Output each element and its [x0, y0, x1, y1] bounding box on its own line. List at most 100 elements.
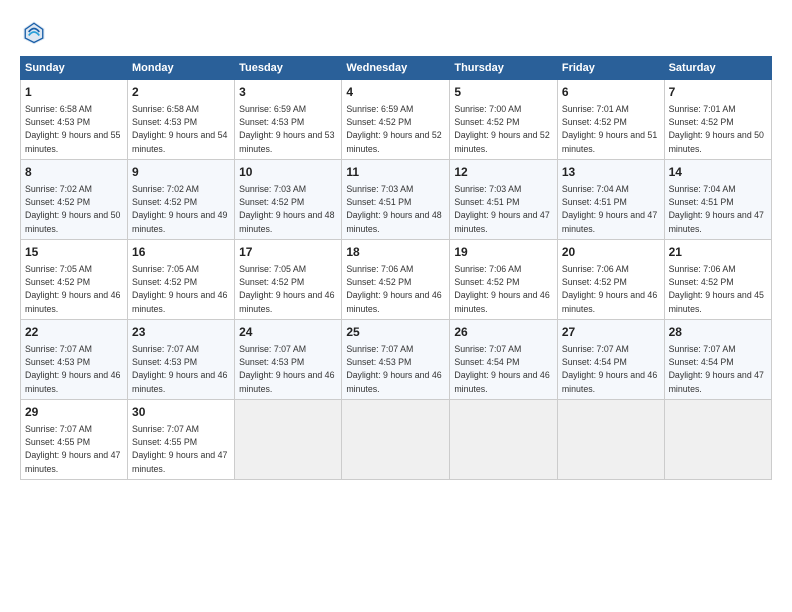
day-info: Sunrise: 7:07 AMSunset: 4:55 PMDaylight:… — [132, 424, 227, 474]
calendar-cell — [557, 400, 664, 480]
day-number: 15 — [25, 244, 123, 261]
day-info: Sunrise: 7:06 AMSunset: 4:52 PMDaylight:… — [454, 264, 549, 314]
day-info: Sunrise: 7:05 AMSunset: 4:52 PMDaylight:… — [239, 264, 334, 314]
calendar-cell: 28 Sunrise: 7:07 AMSunset: 4:54 PMDaylig… — [664, 320, 771, 400]
calendar-cell: 30 Sunrise: 7:07 AMSunset: 4:55 PMDaylig… — [128, 400, 235, 480]
calendar-cell: 12 Sunrise: 7:03 AMSunset: 4:51 PMDaylig… — [450, 160, 557, 240]
calendar-week-5: 29 Sunrise: 7:07 AMSunset: 4:55 PMDaylig… — [21, 400, 772, 480]
calendar-cell: 14 Sunrise: 7:04 AMSunset: 4:51 PMDaylig… — [664, 160, 771, 240]
day-number: 14 — [669, 164, 767, 181]
calendar-cell: 9 Sunrise: 7:02 AMSunset: 4:52 PMDayligh… — [128, 160, 235, 240]
day-number: 26 — [454, 324, 552, 341]
col-header-tuesday: Tuesday — [235, 57, 342, 80]
day-number: 29 — [25, 404, 123, 421]
day-info: Sunrise: 7:03 AMSunset: 4:51 PMDaylight:… — [346, 184, 441, 234]
day-info: Sunrise: 7:07 AMSunset: 4:53 PMDaylight:… — [132, 344, 227, 394]
day-info: Sunrise: 7:07 AMSunset: 4:54 PMDaylight:… — [454, 344, 549, 394]
calendar-cell: 25 Sunrise: 7:07 AMSunset: 4:53 PMDaylig… — [342, 320, 450, 400]
calendar-week-4: 22 Sunrise: 7:07 AMSunset: 4:53 PMDaylig… — [21, 320, 772, 400]
day-info: Sunrise: 6:59 AMSunset: 4:52 PMDaylight:… — [346, 104, 441, 154]
day-number: 2 — [132, 84, 230, 101]
calendar-cell: 23 Sunrise: 7:07 AMSunset: 4:53 PMDaylig… — [128, 320, 235, 400]
page: SundayMondayTuesdayWednesdayThursdayFrid… — [0, 0, 792, 612]
day-number: 18 — [346, 244, 445, 261]
calendar-cell: 20 Sunrise: 7:06 AMSunset: 4:52 PMDaylig… — [557, 240, 664, 320]
day-number: 25 — [346, 324, 445, 341]
calendar-cell: 24 Sunrise: 7:07 AMSunset: 4:53 PMDaylig… — [235, 320, 342, 400]
calendar-week-1: 1 Sunrise: 6:58 AMSunset: 4:53 PMDayligh… — [21, 80, 772, 160]
day-number: 4 — [346, 84, 445, 101]
day-number: 23 — [132, 324, 230, 341]
calendar: SundayMondayTuesdayWednesdayThursdayFrid… — [20, 56, 772, 480]
day-number: 10 — [239, 164, 337, 181]
day-info: Sunrise: 7:02 AMSunset: 4:52 PMDaylight:… — [25, 184, 120, 234]
calendar-cell: 8 Sunrise: 7:02 AMSunset: 4:52 PMDayligh… — [21, 160, 128, 240]
col-header-thursday: Thursday — [450, 57, 557, 80]
day-info: Sunrise: 7:07 AMSunset: 4:54 PMDaylight:… — [669, 344, 764, 394]
day-number: 12 — [454, 164, 552, 181]
day-info: Sunrise: 7:07 AMSunset: 4:54 PMDaylight:… — [562, 344, 657, 394]
day-number: 1 — [25, 84, 123, 101]
calendar-cell: 11 Sunrise: 7:03 AMSunset: 4:51 PMDaylig… — [342, 160, 450, 240]
day-info: Sunrise: 7:06 AMSunset: 4:52 PMDaylight:… — [346, 264, 441, 314]
day-number: 6 — [562, 84, 660, 101]
day-number: 5 — [454, 84, 552, 101]
col-header-wednesday: Wednesday — [342, 57, 450, 80]
day-number: 19 — [454, 244, 552, 261]
day-info: Sunrise: 7:01 AMSunset: 4:52 PMDaylight:… — [669, 104, 764, 154]
day-info: Sunrise: 7:07 AMSunset: 4:53 PMDaylight:… — [346, 344, 441, 394]
day-number: 24 — [239, 324, 337, 341]
calendar-cell: 17 Sunrise: 7:05 AMSunset: 4:52 PMDaylig… — [235, 240, 342, 320]
calendar-cell: 27 Sunrise: 7:07 AMSunset: 4:54 PMDaylig… — [557, 320, 664, 400]
header — [20, 18, 772, 46]
day-info: Sunrise: 7:07 AMSunset: 4:55 PMDaylight:… — [25, 424, 120, 474]
calendar-cell: 13 Sunrise: 7:04 AMSunset: 4:51 PMDaylig… — [557, 160, 664, 240]
day-number: 9 — [132, 164, 230, 181]
day-info: Sunrise: 7:05 AMSunset: 4:52 PMDaylight:… — [25, 264, 120, 314]
calendar-cell: 21 Sunrise: 7:06 AMSunset: 4:52 PMDaylig… — [664, 240, 771, 320]
day-info: Sunrise: 6:58 AMSunset: 4:53 PMDaylight:… — [25, 104, 120, 154]
day-info: Sunrise: 7:06 AMSunset: 4:52 PMDaylight:… — [669, 264, 764, 314]
calendar-cell: 29 Sunrise: 7:07 AMSunset: 4:55 PMDaylig… — [21, 400, 128, 480]
calendar-week-2: 8 Sunrise: 7:02 AMSunset: 4:52 PMDayligh… — [21, 160, 772, 240]
calendar-cell — [235, 400, 342, 480]
calendar-cell: 22 Sunrise: 7:07 AMSunset: 4:53 PMDaylig… — [21, 320, 128, 400]
calendar-cell — [342, 400, 450, 480]
calendar-header-row: SundayMondayTuesdayWednesdayThursdayFrid… — [21, 57, 772, 80]
day-number: 16 — [132, 244, 230, 261]
day-number: 28 — [669, 324, 767, 341]
calendar-cell: 2 Sunrise: 6:58 AMSunset: 4:53 PMDayligh… — [128, 80, 235, 160]
calendar-cell: 19 Sunrise: 7:06 AMSunset: 4:52 PMDaylig… — [450, 240, 557, 320]
day-number: 20 — [562, 244, 660, 261]
calendar-cell: 6 Sunrise: 7:01 AMSunset: 4:52 PMDayligh… — [557, 80, 664, 160]
day-info: Sunrise: 7:03 AMSunset: 4:52 PMDaylight:… — [239, 184, 334, 234]
col-header-saturday: Saturday — [664, 57, 771, 80]
day-info: Sunrise: 6:59 AMSunset: 4:53 PMDaylight:… — [239, 104, 334, 154]
day-number: 11 — [346, 164, 445, 181]
calendar-cell: 26 Sunrise: 7:07 AMSunset: 4:54 PMDaylig… — [450, 320, 557, 400]
day-info: Sunrise: 7:02 AMSunset: 4:52 PMDaylight:… — [132, 184, 227, 234]
day-number: 30 — [132, 404, 230, 421]
day-info: Sunrise: 7:06 AMSunset: 4:52 PMDaylight:… — [562, 264, 657, 314]
col-header-monday: Monday — [128, 57, 235, 80]
day-info: Sunrise: 7:07 AMSunset: 4:53 PMDaylight:… — [239, 344, 334, 394]
calendar-cell: 3 Sunrise: 6:59 AMSunset: 4:53 PMDayligh… — [235, 80, 342, 160]
day-number: 21 — [669, 244, 767, 261]
calendar-cell: 16 Sunrise: 7:05 AMSunset: 4:52 PMDaylig… — [128, 240, 235, 320]
day-info: Sunrise: 7:05 AMSunset: 4:52 PMDaylight:… — [132, 264, 227, 314]
day-number: 13 — [562, 164, 660, 181]
day-info: Sunrise: 7:03 AMSunset: 4:51 PMDaylight:… — [454, 184, 549, 234]
calendar-cell — [450, 400, 557, 480]
calendar-cell — [664, 400, 771, 480]
calendar-cell: 5 Sunrise: 7:00 AMSunset: 4:52 PMDayligh… — [450, 80, 557, 160]
logo-icon — [20, 18, 48, 46]
day-number: 22 — [25, 324, 123, 341]
logo — [20, 18, 52, 46]
day-info: Sunrise: 7:00 AMSunset: 4:52 PMDaylight:… — [454, 104, 549, 154]
day-number: 7 — [669, 84, 767, 101]
calendar-week-3: 15 Sunrise: 7:05 AMSunset: 4:52 PMDaylig… — [21, 240, 772, 320]
calendar-cell: 18 Sunrise: 7:06 AMSunset: 4:52 PMDaylig… — [342, 240, 450, 320]
day-number: 8 — [25, 164, 123, 181]
day-number: 17 — [239, 244, 337, 261]
calendar-cell: 15 Sunrise: 7:05 AMSunset: 4:52 PMDaylig… — [21, 240, 128, 320]
